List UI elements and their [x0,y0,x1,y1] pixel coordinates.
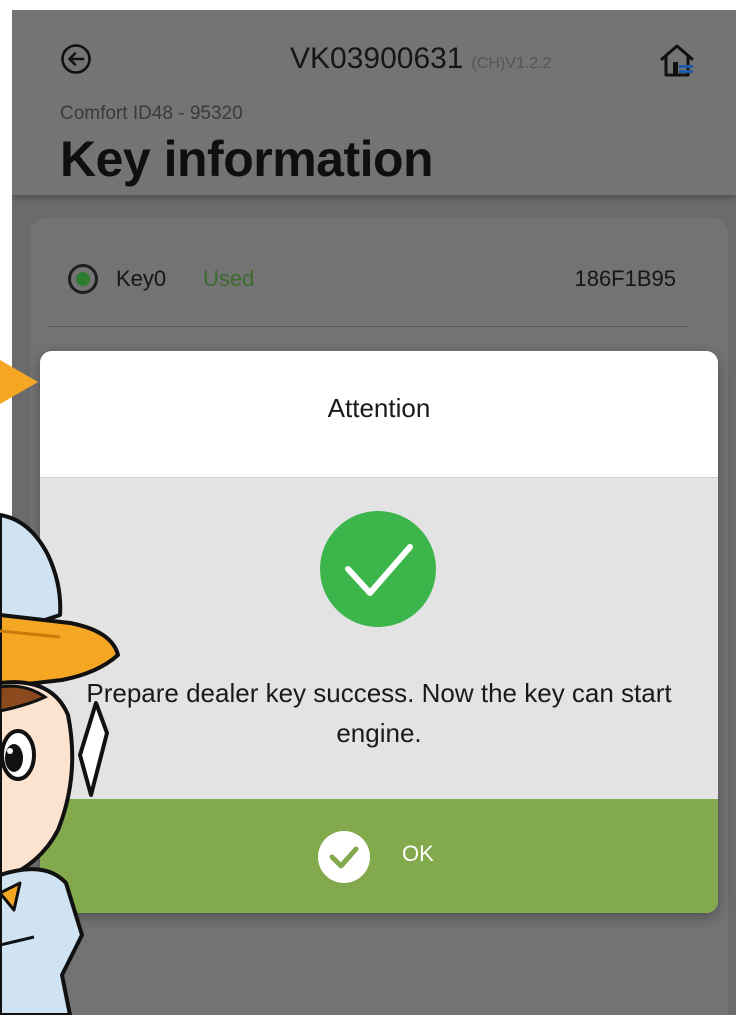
page-title: Key information [60,131,434,187]
mascot-illustration [0,505,130,1015]
dialog-message: Prepare dealer key success. Now the key … [86,678,672,748]
success-check-icon [320,511,436,627]
key-list-item[interactable]: Key0 Used 186F1B95 [48,250,688,310]
screenshot-frame: VK03900631 (CH)V1.2.2 Comfort ID48 - 9532… [0,0,736,1015]
ok-label: OK [402,841,434,866]
home-icon [660,44,694,77]
radio-selected-dot [76,272,90,286]
app-header: VK03900631 (CH)V1.2.2 Comfort ID48 - 9532… [12,10,736,195]
key-radio-button[interactable] [68,264,98,294]
key-name: Key0 [116,266,167,291]
ok-button[interactable]: OK [40,799,718,913]
back-arrow-circle-icon [61,44,91,74]
device-title: VK03900631 (CH)V1.2.2 [290,42,552,76]
list-divider [48,326,688,327]
attention-dialog: Attention Prepare dealer key success. No… [40,351,718,913]
check-circle-icon [318,831,370,883]
pointer-arrow-icon [0,352,40,412]
home-button[interactable] [657,40,697,80]
app-version: (CH)V1.2.2 [471,55,552,72]
device-id: VK03900631 [290,42,464,75]
dialog-header: Attention [40,351,718,478]
key-code: 186F1B95 [574,266,676,291]
back-button[interactable] [60,43,92,75]
key-status: Used [203,266,255,291]
dialog-title: Attention [327,393,431,423]
vehicle-subtitle: Comfort ID48 - 95320 [60,103,243,124]
